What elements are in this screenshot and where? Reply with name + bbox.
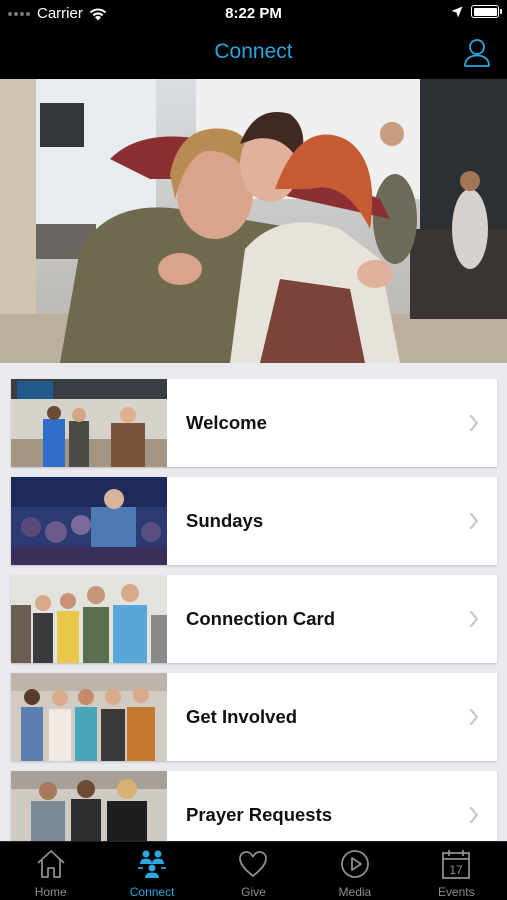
menu-item-connection-card[interactable]: Connection Card [11, 575, 497, 663]
menu-item-prayer-requests[interactable]: Prayer Requests [11, 771, 497, 841]
tab-label: Connect [129, 885, 175, 899]
calendar-day: 17 [450, 863, 464, 877]
location-arrow-icon [451, 6, 463, 17]
hero-photo [0, 79, 507, 363]
heart-icon [239, 851, 268, 877]
menu-item-label: Prayer Requests [186, 804, 333, 825]
welcome-thumbnail [11, 379, 167, 467]
sundays-thumbnail [11, 477, 167, 565]
house-icon [37, 850, 65, 878]
status-time: 8:22 PM [225, 5, 282, 22]
chevron-right-icon [469, 708, 479, 726]
battery-icon [471, 5, 502, 18]
menu-item-label: Connection Card [186, 608, 336, 629]
menu-item-label: Welcome [186, 412, 267, 433]
get-involved-thumbnail [11, 673, 167, 761]
tab-label: Home [34, 885, 67, 899]
menu-item-get-involved[interactable]: Get Involved [11, 673, 497, 761]
menu-item-label: Get Involved [186, 706, 298, 727]
tab-home[interactable]: Home [0, 842, 101, 900]
people-icon [138, 850, 167, 878]
connection-card-thumbnail [11, 575, 167, 663]
tab-bar: Home Connect Give Media 17 Events [0, 841, 507, 900]
menu-item-sundays[interactable]: Sundays [11, 477, 497, 565]
hero-photo-art [0, 79, 507, 363]
profile-icon[interactable] [463, 38, 491, 68]
page-title: Connect [214, 40, 293, 63]
chevron-right-icon [469, 414, 479, 432]
status-right [451, 5, 502, 18]
prayer-requests-thumbnail [11, 771, 167, 841]
chevron-right-icon [469, 512, 479, 530]
tab-label: Media [338, 885, 372, 899]
tab-label: Give [241, 885, 266, 899]
tab-connect[interactable]: Connect [101, 842, 202, 900]
tab-give[interactable]: Give [203, 842, 304, 900]
status-bar: Carrier 8:22 PM [0, 0, 507, 26]
menu-item-label: Sundays [186, 510, 264, 531]
chevron-right-icon [469, 610, 479, 628]
calendar-icon: 17 [442, 850, 471, 879]
navigation-bar: Connect [0, 26, 507, 79]
tab-media[interactable]: Media [304, 842, 405, 900]
tab-label: Events [437, 885, 475, 899]
tab-events[interactable]: 17 Events [406, 842, 507, 900]
play-icon [340, 850, 369, 878]
menu-list: Welcome Sundays Connection Card Get Invo… [0, 363, 507, 841]
menu-item-welcome[interactable]: Welcome [11, 379, 497, 467]
chevron-right-icon [469, 806, 479, 824]
